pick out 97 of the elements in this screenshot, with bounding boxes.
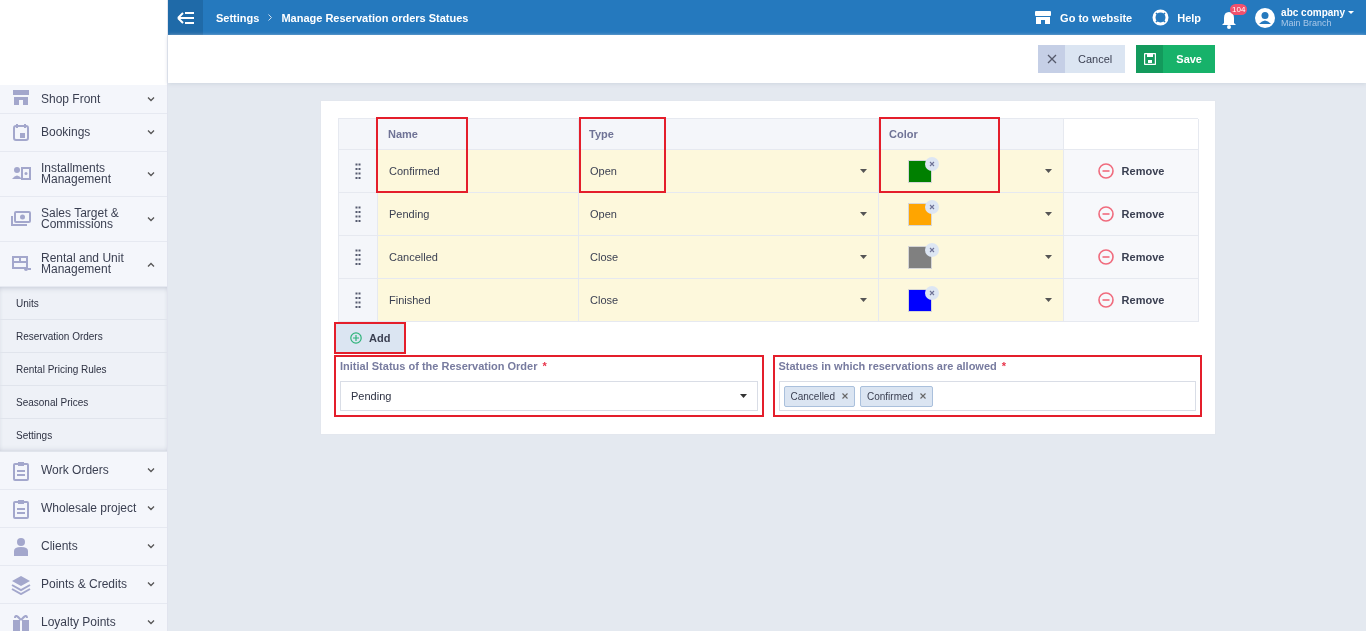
- submenu-item[interactable]: Units: [0, 287, 167, 320]
- close-icon: [1046, 54, 1057, 64]
- remove-button[interactable]: Remove: [1064, 193, 1199, 236]
- store-icon: [1034, 10, 1053, 25]
- color-select[interactable]: [879, 150, 1064, 193]
- dots-icon[interactable]: [355, 248, 361, 266]
- submenu-item[interactable]: Seasonal Prices: [0, 386, 167, 419]
- color-select[interactable]: [879, 193, 1064, 236]
- submenu-item[interactable]: Settings: [0, 419, 167, 452]
- breadcrumb-link[interactable]: Settings: [216, 11, 260, 24]
- menu-icon: [11, 574, 31, 595]
- add-button[interactable]: Add: [336, 324, 405, 352]
- page-title: Manage Reservation orders Statues: [281, 11, 469, 24]
- name-field[interactable]: Pending: [378, 193, 579, 236]
- clear-color-icon[interactable]: [925, 286, 939, 300]
- menu-icon: [11, 122, 31, 143]
- dots-icon[interactable]: [355, 291, 361, 309]
- remove-circle-icon: [1097, 206, 1114, 222]
- remove-circle-icon: [1097, 163, 1114, 179]
- name-field[interactable]: Finished: [378, 279, 579, 322]
- type-select[interactable]: Open: [579, 150, 879, 193]
- column-header: Color: [879, 119, 1064, 150]
- website-link[interactable]: Go to website: [1034, 10, 1133, 25]
- dots-icon[interactable]: [355, 205, 361, 223]
- color-select[interactable]: [879, 236, 1064, 279]
- dropdown-caret-icon: [860, 255, 867, 259]
- sidebar-item[interactable]: Loyalty Points: [41, 617, 137, 628]
- dropdown-caret-icon: [860, 212, 867, 216]
- type-select[interactable]: Open: [579, 193, 879, 236]
- type-select[interactable]: Close: [579, 279, 879, 322]
- tags-field[interactable]: Cancelled Confirmed: [778, 381, 1196, 411]
- required-mark: *: [1001, 360, 1007, 372]
- sidebar-item[interactable]: Sales Target & Commissions: [41, 208, 137, 230]
- drag-handle-cell[interactable]: [339, 150, 378, 193]
- drag-handle-cell[interactable]: [339, 279, 378, 322]
- sidebar-item[interactable]: Points & Credits: [41, 579, 137, 590]
- field-label: Initial Status of the Reservation Order: [340, 360, 538, 372]
- submenu-item[interactable]: Reservation Orders: [0, 320, 167, 353]
- tag-label: Confirmed: [867, 390, 914, 402]
- remove-button[interactable]: Remove: [1064, 279, 1199, 322]
- menu-icon: [11, 209, 31, 229]
- tag-remove-icon[interactable]: [842, 393, 848, 399]
- help-link[interactable]: Help: [1152, 9, 1202, 26]
- breadcrumb-chevron-icon: [268, 14, 273, 21]
- menu-icon: [11, 460, 31, 481]
- notification-badge: 104: [1230, 4, 1248, 15]
- collapse-menu-icon: [176, 11, 195, 24]
- add-circle-icon: [350, 332, 362, 344]
- sidebar-item[interactable]: Rental and Unit Management: [41, 253, 137, 275]
- name-field[interactable]: Cancelled: [378, 236, 579, 279]
- cancel-button[interactable]: Cancel: [1038, 45, 1126, 73]
- column-header: Type: [579, 119, 879, 150]
- required-mark: *: [542, 360, 547, 372]
- bell-icon: [1221, 11, 1238, 29]
- column-header: Name: [378, 119, 579, 150]
- menu-icon: [11, 536, 31, 557]
- remove-circle-icon: [1097, 292, 1114, 308]
- clear-color-icon[interactable]: [925, 157, 939, 171]
- save-icon: [1143, 53, 1156, 65]
- submenu-item[interactable]: Rental Pricing Rules: [0, 353, 167, 386]
- type-select[interactable]: Close: [579, 236, 879, 279]
- sidebar-item[interactable]: Clients: [41, 541, 137, 552]
- clear-color-icon[interactable]: [925, 200, 939, 214]
- sidebar-item[interactable]: Wholesale project: [41, 503, 137, 514]
- sidebar-item[interactable]: Shop Front: [41, 93, 137, 105]
- drag-handle-cell[interactable]: [339, 236, 378, 279]
- menu-icon: [11, 254, 31, 274]
- status-select[interactable]: Pending: [340, 381, 758, 411]
- dropdown-caret-icon: [860, 298, 867, 302]
- remove-circle-icon: [1097, 249, 1114, 265]
- tag-label: Cancelled: [790, 390, 835, 402]
- user-avatar-icon: [1255, 7, 1276, 28]
- remove-button[interactable]: Remove: [1064, 150, 1199, 193]
- field-label: Statues in which reservations are allowed: [778, 360, 997, 372]
- lifebuoy-icon: [1152, 9, 1170, 26]
- dropdown-caret-icon: [1045, 169, 1052, 173]
- user-name: abc company: [1281, 6, 1345, 18]
- dropdown-caret-icon: [1045, 298, 1052, 302]
- dropdown-caret-icon: [1045, 255, 1052, 259]
- clear-color-icon[interactable]: [925, 243, 939, 257]
- dropdown-caret-icon: [860, 169, 867, 173]
- user-menu[interactable]: abc company Main Branch: [1255, 6, 1354, 29]
- sidebar-item[interactable]: Installments Management: [41, 163, 137, 185]
- branch-name: Main Branch: [1281, 17, 1332, 29]
- sidebar-toggle-button[interactable]: [168, 0, 203, 35]
- color-select[interactable]: [879, 279, 1064, 322]
- menu-icon: [11, 498, 31, 519]
- dropdown-caret-icon: [1348, 10, 1354, 14]
- dots-icon[interactable]: [355, 162, 361, 180]
- tag-remove-icon[interactable]: [920, 393, 927, 399]
- sidebar-item[interactable]: Bookings: [41, 127, 137, 138]
- drag-handle-cell[interactable]: [339, 193, 378, 236]
- dropdown-caret-icon: [1045, 212, 1052, 216]
- remove-button[interactable]: Remove: [1064, 236, 1199, 279]
- name-field[interactable]: Confirmed: [378, 150, 579, 193]
- sidebar-item[interactable]: Work Orders: [41, 465, 137, 476]
- dropdown-caret-icon: [739, 394, 747, 398]
